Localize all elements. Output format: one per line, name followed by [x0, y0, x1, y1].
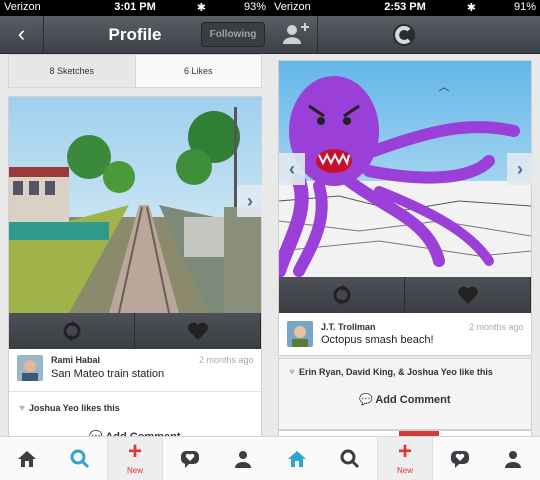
sketch-image[interactable]	[279, 61, 531, 277]
avatar[interactable]	[17, 355, 43, 381]
next-arrow-button[interactable]: ›	[237, 185, 263, 217]
remix-icon	[333, 285, 350, 305]
author-name[interactable]: J.T. Trollman	[321, 322, 376, 332]
tab-search[interactable]	[324, 437, 378, 480]
clock: 2:53 PM	[384, 1, 426, 13]
tab-search[interactable]	[54, 437, 108, 480]
person-icon	[235, 450, 252, 468]
likes-text[interactable]: Erin Ryan, David King, & Joshua Yeo like…	[299, 367, 493, 377]
plus-icon: +	[397, 438, 412, 465]
post-caption: Octopus smash beach!	[321, 334, 434, 346]
feed-screen: Verizon 2:53 PM ✱ 91% ‹ › J.T. Trollman …	[270, 0, 540, 480]
clock: 3:01 PM	[114, 1, 156, 13]
action-bar	[9, 313, 261, 349]
comment-icon: 💬	[359, 394, 373, 406]
sketch-card: › Rami Habal 2 months ago San Mateo trai…	[8, 96, 263, 446]
remix-icon	[63, 321, 80, 341]
tab-profile[interactable]	[216, 437, 270, 480]
likes-text[interactable]: Joshua Yeo likes this	[29, 403, 120, 413]
bluetooth-icon: ✱	[196, 2, 206, 14]
plus-icon: +	[127, 438, 142, 465]
chat-heart-icon	[180, 450, 199, 468]
app-logo-icon	[390, 22, 418, 48]
person-icon	[505, 450, 522, 468]
search-icon	[70, 449, 90, 468]
remix-button[interactable]	[279, 277, 405, 313]
new-label: New	[396, 466, 413, 475]
like-button[interactable]	[405, 277, 531, 313]
remix-button[interactable]	[9, 313, 135, 349]
likes-line: ♥ Erin Ryan, David King, & Joshua Yeo lik…	[289, 367, 493, 378]
sketch-card: ‹ › J.T. Trollman 2 months ago Octopus s…	[278, 60, 533, 356]
post-age: 2 months ago	[469, 322, 524, 332]
battery-level: 91%	[513, 1, 536, 13]
tab-home[interactable]	[270, 437, 324, 480]
add-comment-button[interactable]: 💬 Add Comment	[359, 393, 451, 406]
action-bar	[279, 277, 531, 313]
like-button[interactable]	[135, 313, 261, 349]
nav-bar: ‹ Profile Following	[0, 16, 270, 54]
status-bar: Verizon 2:53 PM ✱ 91%	[270, 0, 540, 16]
tab-bar: + New	[0, 436, 270, 480]
tab-activity[interactable]	[163, 437, 217, 480]
home-icon	[287, 450, 306, 467]
tab-activity[interactable]	[433, 437, 487, 480]
add-user-icon	[283, 23, 309, 44]
home-icon	[17, 450, 36, 467]
post-footer: ♥ Erin Ryan, David King, & Joshua Yeo lik…	[278, 358, 532, 430]
small-heart-icon: ♥	[289, 367, 295, 378]
new-label: New	[126, 466, 143, 475]
author-name[interactable]: Rami Habal	[51, 355, 100, 365]
sketch-image[interactable]	[9, 97, 261, 313]
heart-icon	[187, 322, 208, 340]
divider	[9, 391, 261, 392]
status-bar: Verizon 3:01 PM ✱ 93%	[0, 0, 270, 16]
heart-icon	[457, 286, 478, 304]
add-user-button[interactable]	[270, 16, 318, 54]
avatar[interactable]	[287, 321, 313, 347]
tab-bar: + New	[270, 436, 540, 480]
back-button[interactable]: ‹	[0, 16, 44, 54]
page-title: Profile	[108, 25, 162, 44]
tab-likes[interactable]: 6 Likes	[136, 55, 262, 87]
add-comment-label: Add Comment	[375, 394, 451, 406]
post-caption: San Mateo train station	[51, 368, 165, 380]
nav-bar	[270, 16, 540, 54]
chat-heart-icon	[450, 450, 469, 468]
battery-level: 93%	[243, 1, 266, 13]
tab-new[interactable]: + New	[107, 437, 163, 480]
prev-arrow-button[interactable]: ‹	[279, 153, 305, 185]
tab-new[interactable]: + New	[377, 437, 433, 480]
next-arrow-button[interactable]: ›	[507, 153, 533, 185]
chevron-left-icon: ‹	[17, 21, 26, 46]
bluetooth-icon: ✱	[466, 2, 476, 14]
profile-screen: Verizon 3:01 PM ✱ 93% ‹ Profile Followin…	[0, 0, 270, 480]
likes-line: ♥ Joshua Yeo likes this	[19, 403, 120, 414]
tab-sketches[interactable]: 8 Sketches	[9, 55, 136, 87]
post-age: 2 months ago	[199, 355, 254, 365]
search-icon	[340, 449, 360, 468]
tab-profile[interactable]	[486, 437, 540, 480]
following-button[interactable]: Following	[201, 22, 265, 47]
tab-home[interactable]	[0, 437, 54, 480]
small-heart-icon: ♥	[19, 403, 25, 414]
profile-tabs: 8 Sketches 6 Likes	[8, 54, 262, 88]
